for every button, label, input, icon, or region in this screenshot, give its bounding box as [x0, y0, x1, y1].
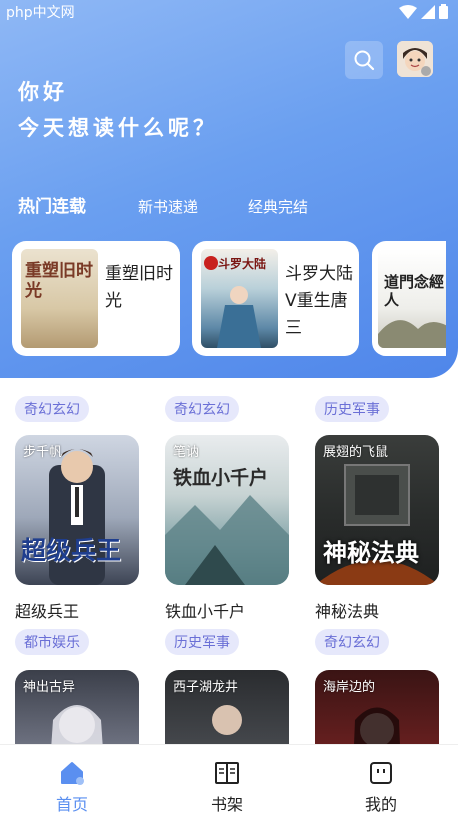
- avatar[interactable]: [397, 41, 433, 77]
- watermark-logo: php中文网: [6, 5, 75, 21]
- featured-cover: 道門念經人: [378, 249, 446, 348]
- home-icon: [61, 762, 84, 785]
- book-cover[interactable]: 步千帆 超级兵王: [15, 435, 139, 585]
- featured-title: 斗罗大陆V重生唐三: [285, 264, 353, 338]
- nav-home-label: 首页: [55, 795, 88, 814]
- book-cover[interactable]: 笔讷 铁血小千户: [165, 435, 289, 585]
- book-author: 海岸边的: [323, 680, 376, 695]
- wifi-icon: [399, 4, 417, 19]
- partial-row-item[interactable]: 奇幻玄幻: [15, 387, 89, 422]
- featured-carousel[interactable]: 重塑旧时光 重塑旧时光 斗罗大陆 斗罗大陆V重生唐三 道門念經人: [12, 241, 446, 356]
- nav-profile-label: 我的: [364, 795, 397, 814]
- genre-tag[interactable]: 历史军事: [165, 629, 239, 655]
- tab-classic-completed[interactable]: 经典完结: [248, 196, 308, 217]
- book-author: 神出古异: [23, 680, 76, 695]
- book-cover[interactable]: 神出古异: [15, 670, 139, 744]
- status-icons: [399, 4, 448, 19]
- profile-icon: [370, 762, 392, 784]
- book-card[interactable]: 神出古异: [15, 670, 139, 744]
- book-card[interactable]: 海岸边的: [315, 670, 439, 744]
- search-button[interactable]: [345, 41, 383, 79]
- cover-title: 神秘法典: [323, 538, 419, 567]
- battery-icon: [439, 4, 448, 19]
- featured-cover: 斗罗大陆: [201, 249, 278, 348]
- cover-title: 铁血小千户: [173, 467, 269, 489]
- genre-tag[interactable]: 奇幻玄幻: [165, 396, 239, 422]
- book-title[interactable]: 神秘法典: [315, 598, 439, 621]
- greeting-line-1: 你好: [18, 80, 68, 104]
- book-cover[interactable]: 西子湖龙井: [165, 670, 289, 744]
- category-tabs: 热门连载 新书速递 经典完结: [18, 192, 358, 217]
- cover-title: 重塑旧时光: [25, 261, 93, 301]
- genre-tag[interactable]: 历史军事: [315, 396, 389, 422]
- book-title[interactable]: 超级兵王: [15, 598, 139, 621]
- nav-bookshelf[interactable]: 书架: [187, 759, 267, 815]
- cover-title: 超级兵王: [21, 536, 122, 565]
- featured-title: 重塑旧时光: [105, 264, 173, 311]
- partial-row-item[interactable]: 奇幻玄幻: [165, 387, 239, 422]
- cover-title: 斗罗大陆: [218, 257, 267, 271]
- nav-bookshelf-label: 书架: [210, 795, 243, 814]
- status-bar: php中文网: [0, 0, 458, 24]
- signal-icon: [421, 4, 435, 19]
- featured-card[interactable]: 斗罗大陆 斗罗大陆V重生唐三: [192, 241, 359, 356]
- book-icon: [215, 762, 239, 784]
- home-header: 你好 今天想读什么呢？ 热门连载 新书速递 经典完结 重塑旧时光 重塑旧时光 斗…: [0, 0, 458, 378]
- genre-tag[interactable]: 都市娱乐: [15, 629, 89, 655]
- featured-card[interactable]: 重塑旧时光 重塑旧时光: [12, 241, 180, 356]
- bottom-navigation: 首页 书架 我的: [0, 744, 458, 821]
- avatar-face-icon: [397, 41, 433, 77]
- search-icon: [354, 50, 375, 71]
- book-card[interactable]: 步千帆 超级兵王 超级兵王 都市娱乐: [15, 435, 139, 655]
- nav-home[interactable]: 首页: [32, 759, 112, 815]
- book-author: 笔讷: [173, 445, 200, 460]
- book-card[interactable]: 展翅的飞鼠 神秘法典 神秘法典 奇幻玄幻: [315, 435, 439, 655]
- book-cover[interactable]: 海岸边的: [315, 670, 439, 744]
- tab-hot-serial[interactable]: 热门连载: [18, 192, 86, 217]
- tab-new-books[interactable]: 新书速递: [138, 196, 198, 217]
- nav-profile[interactable]: 我的: [341, 759, 421, 815]
- genre-tag[interactable]: 奇幻玄幻: [15, 396, 89, 422]
- genre-tag[interactable]: 奇幻玄幻: [315, 629, 389, 655]
- book-card[interactable]: 西子湖龙井: [165, 670, 289, 744]
- book-author: 步千帆: [23, 445, 63, 460]
- greeting-line-2: 今天想读什么呢？: [18, 116, 218, 140]
- book-title[interactable]: 铁血小千户: [165, 598, 289, 621]
- book-grid: 奇幻玄幻 奇幻玄幻 历史军事 步千帆 超级兵王 超级兵王 都市娱乐 笔讷 铁血小…: [0, 330, 458, 744]
- cover-title: 道門念經人: [384, 273, 445, 309]
- book-card[interactable]: 笔讷 铁血小千户 铁血小千户 历史军事: [165, 435, 289, 655]
- book-author: 西子湖龙井: [173, 680, 239, 695]
- partial-row-item[interactable]: 历史军事: [315, 387, 389, 422]
- featured-card[interactable]: 道門念經人: [372, 241, 446, 356]
- featured-cover: 重塑旧时光: [21, 249, 98, 348]
- book-author: 展翅的飞鼠: [323, 445, 389, 460]
- book-cover[interactable]: 展翅的飞鼠 神秘法典: [315, 435, 439, 585]
